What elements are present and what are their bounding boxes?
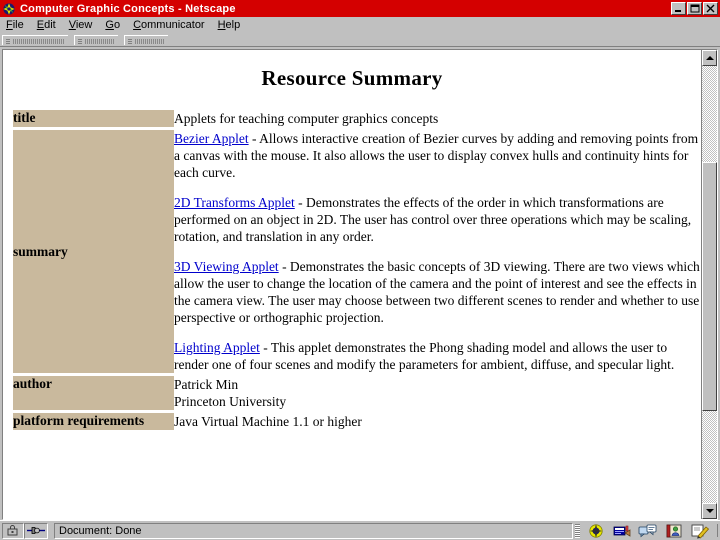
row-value-summary: Bezier Applet - Allows interactive creat… bbox=[174, 130, 701, 373]
scroll-down-button[interactable] bbox=[702, 503, 717, 519]
toolbar-grip-icon bbox=[128, 39, 132, 45]
composer-icon[interactable] bbox=[688, 522, 712, 539]
link-lighting-applet[interactable]: Lighting Applet bbox=[174, 340, 260, 355]
maximize-icon bbox=[690, 4, 700, 13]
navigator-icon[interactable] bbox=[584, 522, 608, 539]
menu-label-view-rest: iew bbox=[75, 19, 93, 31]
toolbar-grip-icon bbox=[6, 39, 10, 45]
minimize-icon bbox=[675, 10, 681, 12]
row-value-title: Applets for teaching computer graphics c… bbox=[174, 111, 439, 126]
window-title: Computer Graphic Concepts - Netscape bbox=[20, 2, 236, 15]
maximize-button[interactable] bbox=[687, 2, 702, 15]
toolbar-collapsed-dots bbox=[13, 39, 64, 44]
table-row: summary Bezier Applet - Allows interacti… bbox=[13, 130, 701, 373]
summary-paragraph: 2D Transforms Applet - Demonstrates the … bbox=[174, 194, 701, 245]
menu-item-go[interactable]: Go bbox=[105, 19, 127, 31]
menu-label-file-rest: ile bbox=[12, 19, 24, 31]
toolbar-strip bbox=[0, 34, 720, 47]
security-lock-indicator[interactable] bbox=[2, 522, 24, 539]
summary-paragraph: 3D Viewing Applet - Demonstrates the bas… bbox=[174, 258, 701, 326]
toolbar-collapsed-dots bbox=[85, 39, 114, 44]
table-row: platform requirements Java Virtual Machi… bbox=[13, 413, 701, 430]
menu-label-go-rest: o bbox=[113, 19, 121, 31]
link-2d-transforms-applet[interactable]: 2D Transforms Applet bbox=[174, 195, 295, 210]
connection-indicator[interactable] bbox=[24, 522, 48, 539]
table-row: title Applets for teaching computer grap… bbox=[13, 110, 701, 127]
row-value-author: Patrick Min Princeton University bbox=[174, 376, 701, 410]
padlock-icon bbox=[7, 525, 18, 536]
summary-paragraph: Bezier Applet - Allows interactive creat… bbox=[174, 130, 701, 181]
menu-bar: File Edit View Go Communicator Help bbox=[0, 17, 720, 34]
menu-item-view[interactable]: View bbox=[69, 19, 100, 31]
scroll-down-arrow-icon bbox=[705, 509, 714, 513]
author-affiliation: Princeton University bbox=[174, 394, 287, 409]
page-viewport: Resource Summary title Applets for teach… bbox=[3, 50, 701, 519]
netscape-logo-icon bbox=[2, 1, 16, 16]
connection-icon bbox=[27, 527, 45, 534]
component-bar-grip-icon[interactable] bbox=[575, 523, 580, 538]
scrollbar-thumb[interactable] bbox=[702, 162, 717, 412]
component-bar-edge bbox=[717, 524, 718, 537]
page-title: Resource Summary bbox=[261, 66, 443, 90]
vertical-scrollbar[interactable] bbox=[701, 50, 717, 519]
title-bar: Computer Graphic Concepts - Netscape bbox=[0, 0, 720, 17]
menu-label-communicator-rest: ommunicator bbox=[141, 19, 205, 31]
location-toolbar-handle[interactable] bbox=[74, 35, 123, 45]
browser-window: Computer Graphic Concepts - Netscape Fil… bbox=[0, 0, 720, 540]
menu-item-edit[interactable]: Edit bbox=[37, 19, 63, 31]
mailbox-icon[interactable] bbox=[610, 522, 634, 539]
navigation-toolbar-handle[interactable] bbox=[2, 35, 73, 45]
address-book-icon[interactable] bbox=[662, 522, 686, 539]
newsgroups-icon[interactable] bbox=[636, 522, 660, 539]
content-area: Resource Summary title Applets for teach… bbox=[0, 47, 720, 520]
row-label-title: title bbox=[13, 110, 174, 127]
row-label-platform-requirements: platform requirements bbox=[13, 413, 174, 430]
row-label-summary: summary bbox=[13, 130, 174, 373]
menu-item-help[interactable]: Help bbox=[218, 19, 248, 31]
resource-summary-table: title Applets for teaching computer grap… bbox=[13, 107, 701, 433]
component-bar bbox=[575, 522, 718, 540]
close-icon bbox=[706, 4, 715, 13]
summary-text-bezier: - Allows interactive creation of Bezier … bbox=[174, 131, 699, 180]
window-controls bbox=[671, 2, 718, 15]
status-message: Document: Done bbox=[54, 522, 573, 539]
toolbar-collapsed-dots bbox=[135, 39, 164, 44]
author-name: Patrick Min bbox=[174, 377, 239, 392]
minimize-button[interactable] bbox=[671, 2, 686, 15]
table-row: author Patrick Min Princeton University bbox=[13, 376, 701, 410]
row-value-platform-requirements: Java Virtual Machine 1.1 or higher bbox=[174, 414, 362, 429]
link-bezier-applet[interactable]: Bezier Applet bbox=[174, 131, 249, 146]
document-body: Resource Summary title Applets for teach… bbox=[3, 50, 701, 443]
toolbar-grip-icon bbox=[78, 39, 82, 45]
scroll-up-button[interactable] bbox=[702, 50, 717, 66]
row-label-author: author bbox=[13, 376, 174, 410]
summary-paragraph: Lighting Applet - This applet demonstrat… bbox=[174, 339, 701, 373]
status-bar: Document: Done bbox=[0, 520, 720, 540]
scroll-up-arrow-icon bbox=[705, 56, 714, 60]
close-button[interactable] bbox=[703, 2, 718, 15]
menu-item-communicator[interactable]: Communicator bbox=[133, 19, 212, 31]
menu-label-edit-rest: dit bbox=[44, 19, 56, 31]
menu-label-help-rest: elp bbox=[225, 19, 241, 31]
page-frame: Resource Summary title Applets for teach… bbox=[2, 49, 718, 520]
menu-item-file[interactable]: File bbox=[6, 19, 31, 31]
link-3d-viewing-applet[interactable]: 3D Viewing Applet bbox=[174, 259, 279, 274]
personal-toolbar-handle[interactable] bbox=[124, 35, 173, 45]
scrollbar-track[interactable] bbox=[702, 66, 717, 503]
